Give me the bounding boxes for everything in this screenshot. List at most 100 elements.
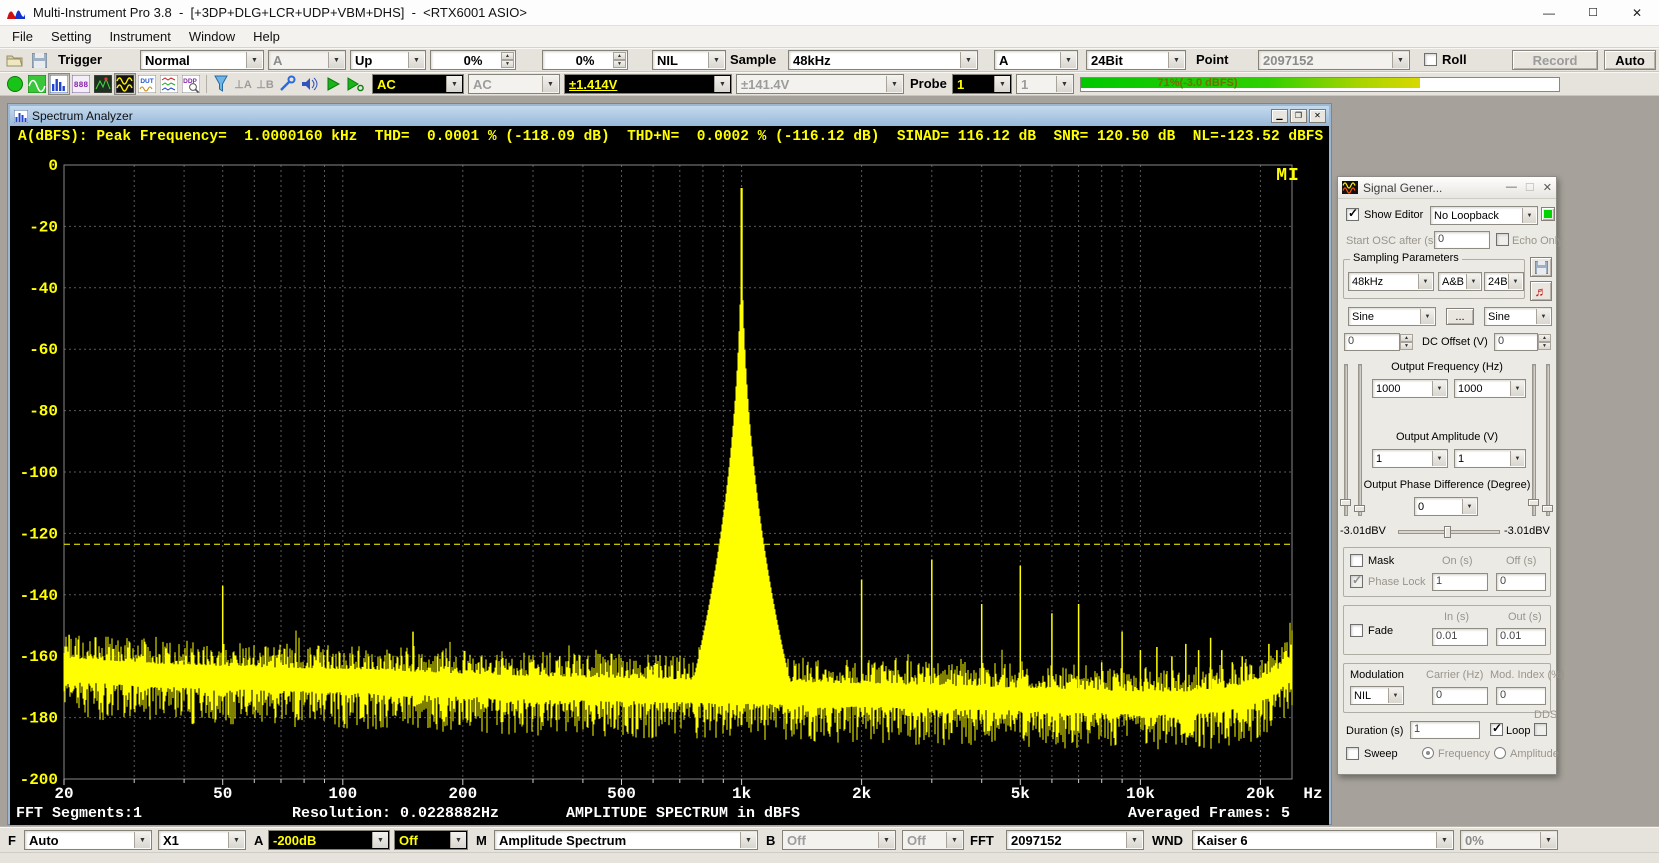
play-loop-icon[interactable]	[344, 73, 366, 95]
mask-checkbox[interactable]	[1350, 554, 1363, 567]
y-ref-b-combo[interactable]: Off▼	[902, 830, 964, 850]
carrier-field[interactable]: 0	[1432, 687, 1488, 705]
slider-handle[interactable]	[1354, 505, 1365, 512]
phase-lock-checkbox[interactable]	[1350, 575, 1363, 588]
show-editor-checkbox[interactable]	[1346, 208, 1359, 221]
slider-handle[interactable]	[1528, 499, 1539, 506]
marker-b-icon[interactable]: ⊥B	[254, 73, 276, 95]
dc-offset-b-spinner[interactable]: ▲▼	[1539, 333, 1552, 351]
bit-depth-combo[interactable]: 24Bit▼	[1086, 50, 1186, 70]
menu-item-help[interactable]: Help	[244, 26, 289, 47]
save-waveform-button[interactable]	[1530, 257, 1552, 277]
roll-checkbox[interactable]	[1424, 53, 1437, 66]
generator-channels-combo[interactable]: A&B▼	[1438, 272, 1482, 291]
panel-close-icon[interactable]: ✕	[1543, 181, 1552, 194]
frequency-b-combo[interactable]: 1000▼	[1454, 379, 1526, 398]
minimize-icon[interactable]: —	[1527, 0, 1571, 26]
auto-button[interactable]: Auto	[1604, 50, 1656, 70]
ddp-viewer-icon[interactable]: DDP	[180, 73, 202, 95]
device-test-plan-icon[interactable]: DUT	[136, 73, 158, 95]
signal-generator-icon[interactable]	[114, 73, 136, 95]
trigger-hpf-combo[interactable]: NIL▼	[652, 50, 726, 70]
marker-a-icon[interactable]: ⊥A	[232, 73, 254, 95]
modulation-type-combo[interactable]: NIL▼	[1350, 686, 1404, 705]
y-range-b-combo[interactable]: Off▼	[782, 830, 896, 850]
trigger-level-spinner[interactable]: 0%▲▼	[430, 50, 516, 70]
range-a-combo[interactable]: ±1.414V▼	[564, 74, 732, 94]
child-minimize-icon[interactable]: ▁	[1271, 109, 1288, 123]
window-function-combo[interactable]: Kaiser 6▼	[1192, 830, 1454, 850]
spectrum-3d-plot-icon[interactable]	[92, 73, 114, 95]
fft-size-combo[interactable]: 2097152▼	[1006, 830, 1144, 850]
x-zoom-combo[interactable]: X1▼	[158, 830, 246, 850]
multimeter-icon[interactable]: 888	[70, 73, 92, 95]
dc-offset-a-spinner[interactable]: ▲▼	[1401, 333, 1414, 351]
coupling-a-combo[interactable]: AC▼	[372, 74, 464, 94]
child-close-icon[interactable]: ✕	[1309, 109, 1326, 123]
mask-off-field[interactable]: 0	[1496, 573, 1546, 591]
trigger-delay-spinner[interactable]: 0%▲▼	[542, 50, 628, 70]
maximize-icon[interactable]: ☐	[1571, 0, 1615, 26]
echo-only-checkbox[interactable]	[1496, 233, 1509, 246]
trigger-mode-combo[interactable]: Normal▼	[140, 50, 264, 70]
amplitude-slider-b-left[interactable]	[1358, 364, 1362, 516]
amplitude-b-combo[interactable]: 1▼	[1454, 449, 1526, 468]
coupling-b-combo[interactable]: AC▼	[468, 74, 560, 94]
sweep-checkbox[interactable]	[1346, 747, 1359, 760]
loop-checkbox[interactable]	[1490, 723, 1503, 736]
mask-on-field[interactable]: 1	[1432, 573, 1488, 591]
slider-handle[interactable]	[1542, 505, 1553, 512]
open-file-icon[interactable]	[4, 49, 26, 71]
dc-offset-a-field[interactable]: 0	[1344, 333, 1400, 351]
analysis-mode-combo[interactable]: Amplitude Spectrum▼	[494, 830, 758, 850]
sampling-rate-combo[interactable]: 48kHz▼	[788, 50, 978, 70]
oscilloscope-run-icon[interactable]	[4, 73, 26, 95]
amplitude-a-combo[interactable]: 1▼	[1372, 449, 1448, 468]
waveform-a-combo[interactable]: Sine▼	[1348, 307, 1436, 326]
waveform-library-button[interactable]: ♬	[1530, 281, 1552, 301]
panel-maximize-icon[interactable]: ☐	[1525, 181, 1535, 194]
duration-field[interactable]: 1	[1410, 721, 1480, 739]
calibration-icon[interactable]	[276, 73, 298, 95]
amplitude-slider-a-right[interactable]	[1532, 364, 1536, 516]
frequency-axis-combo[interactable]: Auto▼	[24, 830, 152, 850]
fade-checkbox[interactable]	[1350, 624, 1363, 637]
play-icon[interactable]	[322, 73, 344, 95]
sweep-frequency-radio[interactable]	[1422, 747, 1434, 759]
save-file-icon[interactable]	[28, 49, 50, 71]
generator-run-button[interactable]	[1541, 207, 1555, 221]
spectrum-window-titlebar[interactable]: Spectrum Analyzer ▁ ❐ ✕	[10, 106, 1329, 126]
menu-item-setting[interactable]: Setting	[42, 26, 100, 47]
menu-item-window[interactable]: Window	[180, 26, 244, 47]
range-b-combo[interactable]: ±141.4V▼	[736, 74, 904, 94]
amplitude-slider-b-right[interactable]	[1546, 364, 1550, 516]
close-icon[interactable]: ✕	[1615, 0, 1659, 26]
record-button[interactable]: Record	[1512, 50, 1598, 70]
amplitude-slider-a-left[interactable]	[1344, 364, 1348, 516]
waveform-editor-button[interactable]: ...	[1446, 308, 1474, 325]
probe-a-combo[interactable]: 1▼	[952, 74, 1012, 94]
trigger-source-combo[interactable]: A▼	[268, 50, 346, 70]
trigger-edge-combo[interactable]: Up▼	[350, 50, 426, 70]
dc-offset-b-field[interactable]: 0	[1494, 333, 1538, 351]
fade-in-field[interactable]: 0.01	[1432, 628, 1488, 646]
generator-bits-combo[interactable]: 24Bit▼	[1484, 272, 1524, 291]
record-points-combo[interactable]: 2097152▼	[1258, 50, 1410, 70]
signal-generator-titlebar[interactable]: Signal Gener... — ☐ ✕	[1338, 177, 1556, 199]
oscilloscope-icon[interactable]	[26, 73, 48, 95]
sweep-amplitude-radio[interactable]	[1494, 747, 1506, 759]
phase-difference-combo[interactable]: 0▼	[1414, 497, 1478, 516]
data-logger-icon[interactable]	[158, 73, 180, 95]
waveform-b-combo[interactable]: Sine▼	[1484, 307, 1552, 326]
frequency-a-combo[interactable]: 1000▼	[1372, 379, 1448, 398]
panel-minimize-icon[interactable]: —	[1506, 181, 1517, 194]
y-ref-a-combo[interactable]: Off▼	[394, 830, 468, 850]
dds-checkbox[interactable]	[1534, 723, 1547, 736]
balance-slider-handle[interactable]	[1444, 526, 1451, 538]
probe-b-combo[interactable]: 1▼	[1016, 74, 1074, 94]
menu-item-instrument[interactable]: Instrument	[100, 26, 179, 47]
fade-out-field[interactable]: 0.01	[1496, 628, 1546, 646]
child-maximize-icon[interactable]: ❐	[1290, 109, 1307, 123]
generator-rate-combo[interactable]: 48kHz▼	[1348, 272, 1434, 291]
filter-icon[interactable]	[210, 73, 232, 95]
